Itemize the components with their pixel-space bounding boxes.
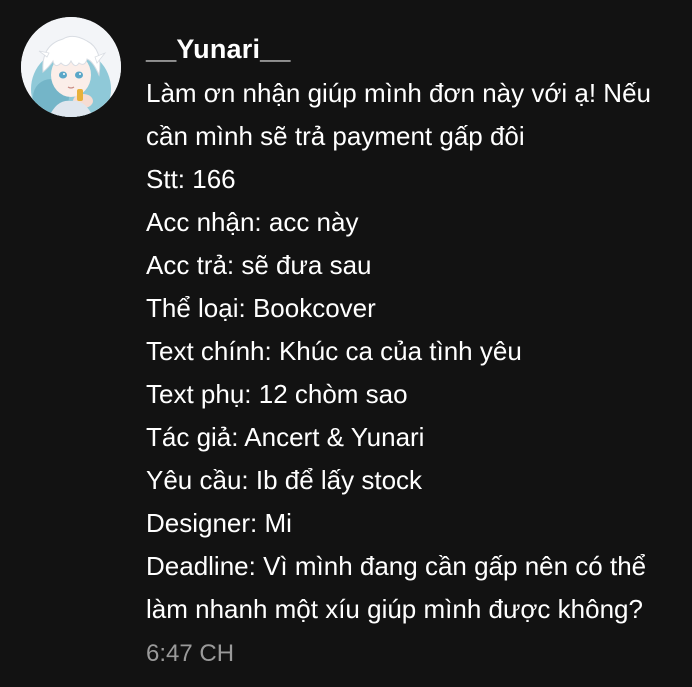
message-line-request: Làm ơn nhận giúp mình đơn này với ạ! Nếu…	[146, 78, 651, 151]
message-line-author: Tác giả: Ancert & Yunari	[146, 422, 425, 452]
message-line-genre: Thể loại: Bookcover	[146, 293, 376, 323]
message-line-deadline: Deadline: Vì mình đang cần gấp nên có th…	[146, 551, 647, 624]
username[interactable]: __Yunari__	[146, 26, 686, 72]
message-line-main-text: Text chính: Khúc ca của tình yêu	[146, 336, 522, 366]
comment: __Yunari__ Làm ơn nhận giúp mình đơn này…	[0, 0, 692, 687]
comment-body: __Yunari__ Làm ơn nhận giúp mình đơn này…	[146, 26, 686, 676]
anime-avatar-icon	[21, 17, 121, 117]
message-line-acc-receive: Acc nhận: acc này	[146, 207, 359, 237]
message-line-requirement: Yêu cầu: Ib để lấy stock	[146, 465, 423, 495]
message-line-designer: Designer: Mi	[146, 508, 292, 538]
message-line-stt: Stt: 166	[146, 164, 236, 194]
message-line-sub-text: Text phụ: 12 chòm sao	[146, 379, 408, 409]
message-line-acc-pay: Acc trả: sẽ đưa sau	[146, 250, 372, 280]
timestamp: 6:47 CH	[146, 640, 235, 667]
avatar[interactable]	[21, 17, 121, 117]
